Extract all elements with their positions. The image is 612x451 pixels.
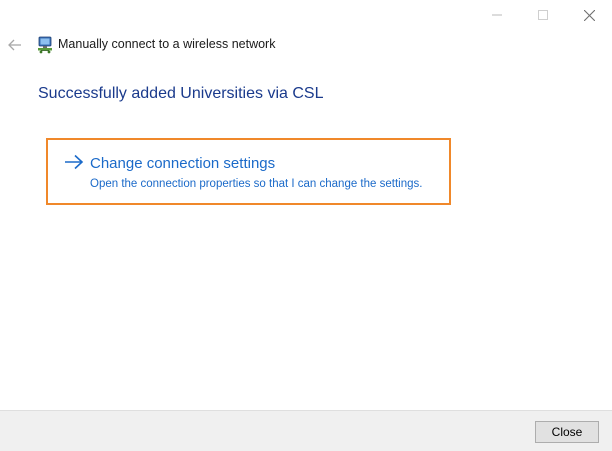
command-link-description: Open the connection properties so that I… [90, 178, 423, 190]
page-heading: Successfully added Universities via CSL [38, 85, 324, 102]
right-arrow-icon [65, 154, 84, 170]
close-icon [583, 9, 595, 21]
wizard-window: Manually connect to a wireless network S… [0, 0, 612, 451]
back-arrow-icon [8, 39, 21, 51]
minimize-button[interactable] [474, 0, 520, 30]
close-button[interactable]: Close [535, 421, 599, 443]
maximize-button[interactable] [520, 0, 566, 30]
window-close-button[interactable] [566, 0, 612, 30]
footer-bar: Close [0, 410, 612, 451]
back-button[interactable] [4, 34, 26, 56]
command-link-title: Change connection settings [90, 155, 276, 172]
minimize-icon [492, 14, 502, 16]
maximize-icon [538, 10, 548, 20]
wizard-title: Manually connect to a wireless network [58, 37, 276, 51]
change-connection-settings-link[interactable]: Change connection settings Open the conn… [46, 138, 451, 205]
network-wizard-icon [38, 36, 52, 54]
